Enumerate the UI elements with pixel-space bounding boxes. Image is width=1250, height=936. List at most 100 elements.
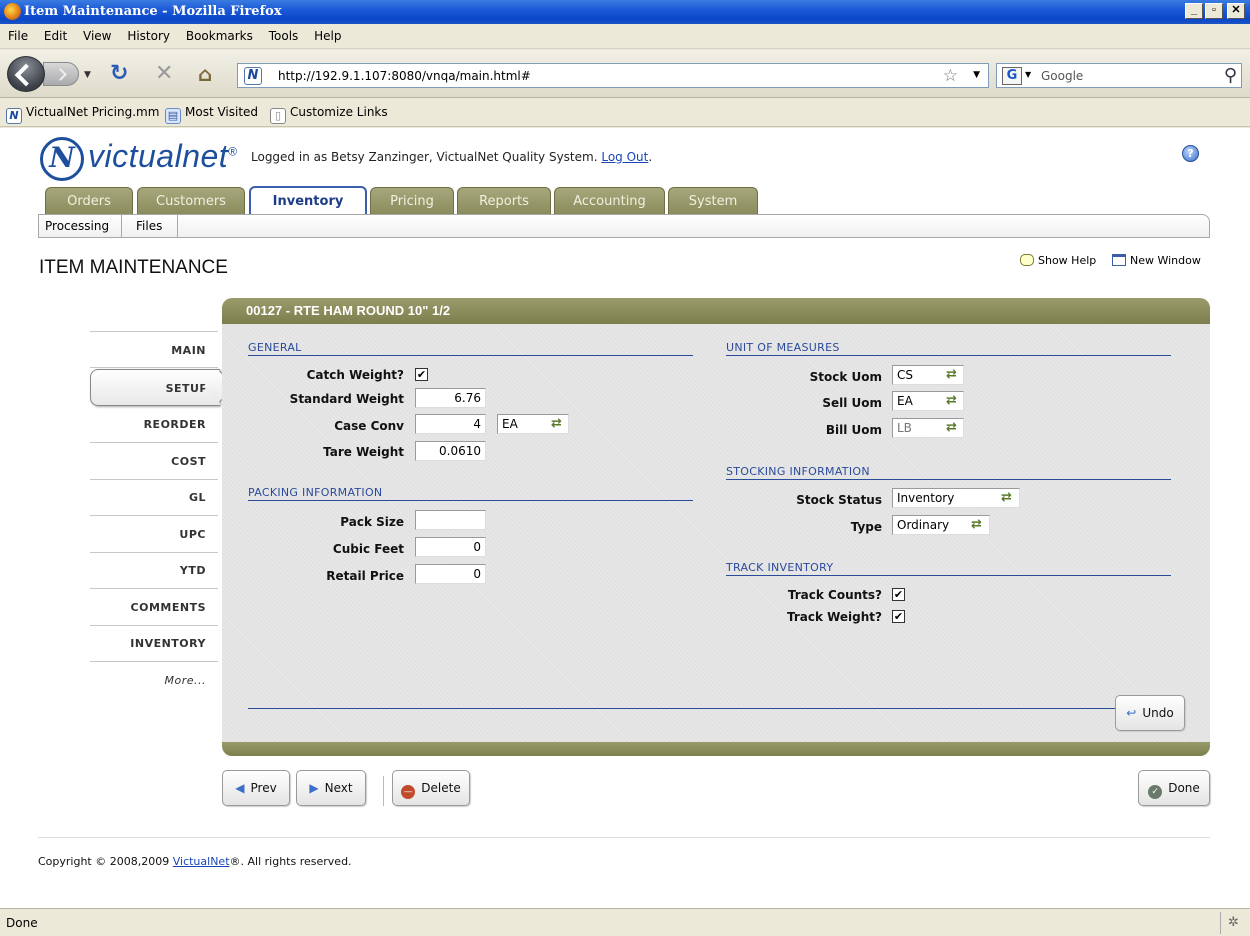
tare-weight-label: Tare Weight bbox=[323, 445, 404, 459]
back-button[interactable] bbox=[7, 56, 45, 92]
type-lookup-icon[interactable]: ⇄ bbox=[971, 518, 987, 532]
bookmark-star-icon[interactable]: ☆ bbox=[943, 66, 958, 86]
minimize-button[interactable]: _ bbox=[1185, 3, 1203, 19]
track-weight-checkbox[interactable]: ✔ bbox=[892, 610, 905, 623]
section-stocking-divider bbox=[726, 479, 1171, 480]
retail-price-field[interactable]: 0 bbox=[415, 564, 486, 584]
engine-dropdown-icon[interactable]: ▼ bbox=[1025, 70, 1031, 79]
undo-button[interactable]: ↩ Undo bbox=[1115, 695, 1185, 731]
pack-size-field[interactable] bbox=[415, 510, 486, 530]
url-dropdown-icon[interactable]: ▼ bbox=[973, 70, 980, 80]
section-uom-divider bbox=[726, 355, 1171, 356]
sell-uom-label: Sell Uom bbox=[822, 396, 882, 410]
logout-link[interactable]: Log Out bbox=[601, 150, 648, 164]
check-icon: ✔ bbox=[893, 588, 904, 601]
history-dropdown-icon[interactable]: ▼ bbox=[84, 70, 91, 80]
forward-button[interactable] bbox=[43, 62, 79, 86]
stock-uom-lookup-icon[interactable]: ⇄ bbox=[946, 368, 962, 382]
menu-file[interactable]: File bbox=[0, 24, 34, 49]
tab-accounting[interactable]: Accounting bbox=[554, 187, 665, 214]
reload-icon[interactable]: ↻ bbox=[110, 60, 128, 88]
delete-button[interactable]: — Delete bbox=[392, 770, 470, 806]
help-icon[interactable]: ? bbox=[1182, 145, 1199, 162]
tab-orders[interactable]: Orders bbox=[45, 187, 133, 214]
sidenav-cost[interactable]: COST bbox=[90, 443, 218, 480]
sell-uom-lookup-icon[interactable]: ⇄ bbox=[946, 394, 962, 408]
maximize-button[interactable]: ▫ bbox=[1205, 3, 1223, 19]
tab-customers[interactable]: Customers bbox=[137, 187, 245, 214]
track-counts-checkbox[interactable]: ✔ bbox=[892, 588, 905, 601]
show-help-link[interactable]: Show Help bbox=[1020, 254, 1096, 267]
standard-weight-field[interactable]: 6.76 bbox=[415, 388, 486, 408]
check-icon: ✔ bbox=[416, 368, 427, 381]
delete-icon: — bbox=[401, 785, 416, 799]
victualnet-link[interactable]: VictualNet bbox=[173, 855, 230, 868]
search-icon[interactable]: ⚲ bbox=[1224, 65, 1237, 86]
bookmarks-toolbar: N VictualNet Pricing.mm ▤ Most Visited ▯ Cu… bbox=[0, 99, 1250, 127]
window-title: Item Maintenance - Mozilla Firefox bbox=[24, 4, 282, 19]
lookup-swap-icon[interactable]: ⇄ bbox=[551, 417, 567, 431]
subtab-processing[interactable]: Processing bbox=[39, 215, 122, 237]
search-placeholder[interactable]: Google bbox=[1041, 69, 1083, 83]
sidenav-setup[interactable]: SETUP bbox=[90, 369, 220, 406]
url-text[interactable]: http://192.9.1.107:8080/vnqa/main.html# bbox=[278, 69, 531, 83]
catch-weight-checkbox[interactable]: ✔ bbox=[415, 368, 428, 381]
sidenav-ytd[interactable]: YTD bbox=[90, 552, 218, 589]
check-icon: ✔ bbox=[893, 610, 904, 623]
section-stocking-title: STOCKING INFORMATION bbox=[726, 465, 870, 478]
victualnet-logo: victualnet® bbox=[88, 138, 238, 174]
track-counts-label: Track Counts? bbox=[787, 588, 882, 602]
google-engine-icon[interactable]: G bbox=[1002, 67, 1022, 85]
tab-reports[interactable]: Reports bbox=[457, 187, 551, 214]
folder-icon: ▤ bbox=[165, 108, 181, 124]
case-conv-field[interactable]: 4 bbox=[415, 414, 486, 434]
bill-uom-lookup-icon[interactable]: ⇄ bbox=[946, 421, 962, 435]
menu-help[interactable]: Help bbox=[308, 24, 347, 49]
bookmark-most-visited[interactable]: ▤ Most Visited bbox=[165, 105, 258, 124]
home-icon[interactable]: ⌂ bbox=[198, 60, 212, 88]
tab-pricing[interactable]: Pricing bbox=[370, 187, 454, 214]
next-arrow-icon: ▶ bbox=[309, 781, 319, 795]
next-button[interactable]: ▶ Next bbox=[296, 770, 366, 806]
cubic-feet-field[interactable]: 0 bbox=[415, 537, 486, 557]
subtab-files[interactable]: Files bbox=[130, 215, 178, 237]
close-button[interactable]: ✕ bbox=[1227, 3, 1245, 19]
prev-button[interactable]: ◀ Prev bbox=[222, 770, 290, 806]
menu-history[interactable]: History bbox=[121, 24, 176, 49]
stop-icon[interactable]: ✕ bbox=[155, 60, 173, 88]
address-bar[interactable]: N http://192.9.1.107:8080/vnqa/main.html… bbox=[237, 63, 989, 88]
tab-system[interactable]: System bbox=[668, 187, 758, 214]
sidenav-inventory[interactable]: INVENTORY bbox=[90, 625, 218, 662]
bookmark-victualnet-pricing[interactable]: N VictualNet Pricing.mm bbox=[6, 105, 159, 124]
sidenav-gl[interactable]: GL bbox=[90, 479, 218, 516]
bookmark-customize-links[interactable]: ▯ Customize Links bbox=[270, 105, 388, 124]
stock-uom-label: Stock Uom bbox=[809, 370, 882, 384]
sidenav-main[interactable]: MAIN bbox=[90, 331, 218, 368]
item-panel: 00127 - RTE HAM ROUND 10" 1/2 GENERAL Ca… bbox=[222, 298, 1210, 756]
case-conv-label: Case Conv bbox=[334, 419, 404, 433]
sidenav-more[interactable]: More... bbox=[90, 662, 218, 699]
sidenav-reorder[interactable]: REORDER bbox=[90, 406, 218, 443]
site-favicon-icon: N bbox=[244, 67, 262, 85]
sidenav-comments[interactable]: COMMENTS bbox=[90, 589, 218, 626]
victualnet-logo-icon: N bbox=[40, 137, 84, 181]
tare-weight-field[interactable]: 0.0610 bbox=[415, 441, 486, 461]
bill-uom-label: Bill Uom bbox=[825, 423, 882, 437]
sidenav-upc[interactable]: UPC bbox=[90, 516, 218, 553]
footer-divider bbox=[38, 837, 1210, 838]
tab-inventory[interactable]: Inventory bbox=[249, 186, 367, 215]
menu-bookmarks[interactable]: Bookmarks bbox=[180, 24, 259, 49]
panel-divider bbox=[248, 708, 1186, 709]
prev-arrow-icon: ◀ bbox=[235, 781, 245, 795]
checkmark-icon: ✓ bbox=[1148, 785, 1163, 799]
bug-icon: ✲ bbox=[1220, 912, 1246, 934]
menu-bar: File Edit View History Bookmarks Tools H… bbox=[0, 24, 1250, 49]
menu-view[interactable]: View bbox=[77, 24, 117, 49]
new-window-link[interactable]: New Window bbox=[1112, 254, 1201, 267]
menu-tools[interactable]: Tools bbox=[263, 24, 305, 49]
menu-edit[interactable]: Edit bbox=[38, 24, 73, 49]
search-box[interactable]: G ▼ Google ⚲ bbox=[996, 63, 1242, 88]
done-button[interactable]: ✓ Done bbox=[1138, 770, 1210, 806]
victualnet-favicon-icon: N bbox=[6, 108, 22, 124]
stock-status-lookup-icon[interactable]: ⇄ bbox=[1001, 491, 1017, 505]
